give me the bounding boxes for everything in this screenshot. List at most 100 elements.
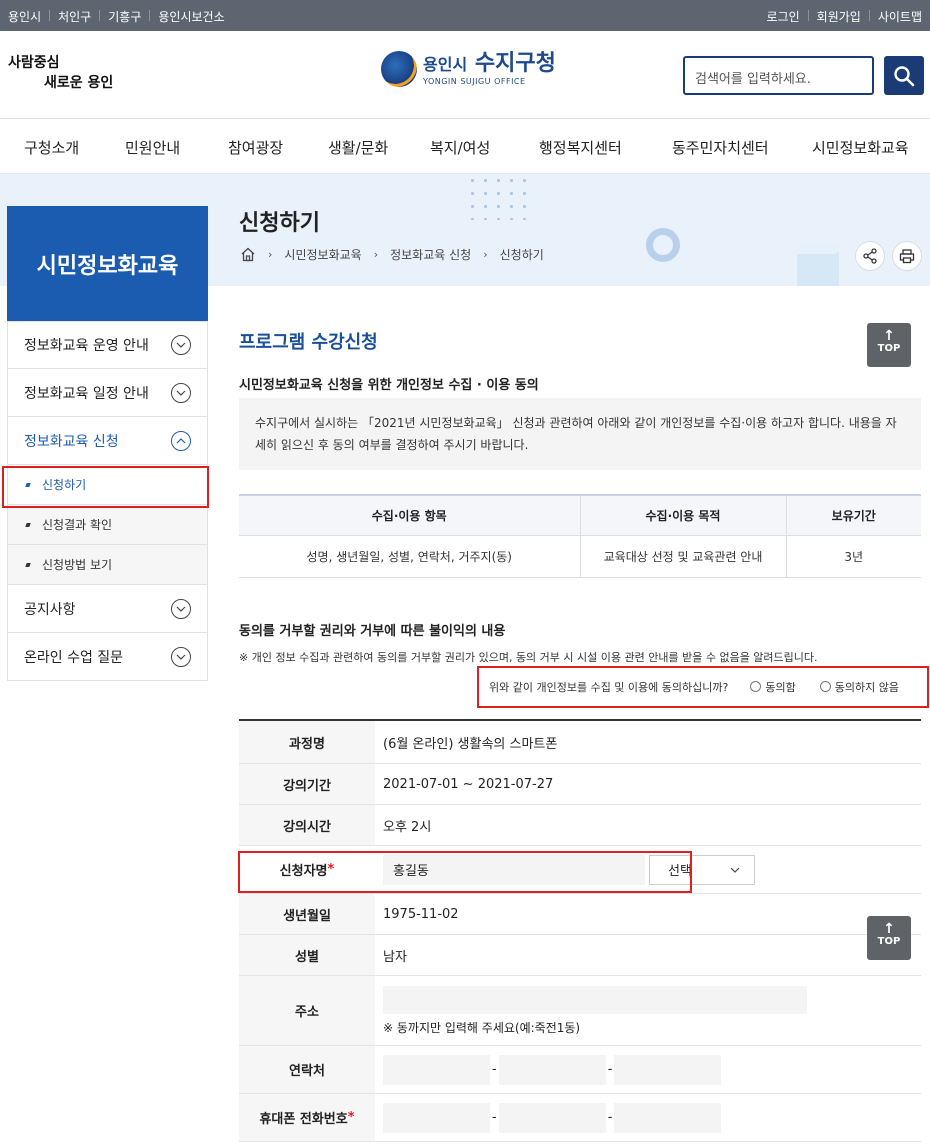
form-row: 생년월일 1975-11-02 [239, 894, 921, 935]
office-logo[interactable]: 용인시 수지구청 YONGIN SUJIGU OFFICE [381, 51, 556, 87]
refuse-title: 동의를 거부할 권리와 거부에 따른 불이익의 내용 [239, 624, 506, 639]
nav-item[interactable]: 참여광장 [228, 137, 283, 158]
phone-label: 연락처 [239, 1046, 375, 1093]
nav-item[interactable]: 복지/여성 [430, 137, 490, 158]
chevron-down-icon [171, 646, 191, 667]
section-title: 프로그램 수강신청 [239, 332, 378, 353]
highlight-box [238, 851, 692, 893]
chevron-right-icon: › [373, 248, 379, 261]
slogan-line2: 새로운 용인 [44, 75, 114, 91]
table-cell: 성명, 생년월일, 성별, 연락처, 거주지(동) [239, 535, 580, 578]
form-row: 강의시간 오후 2시 [239, 805, 921, 846]
side-subnav-item[interactable]: 신청결과 확인 [7, 505, 208, 545]
side-nav-item-active[interactable]: 정보화교육 신청 [7, 417, 208, 465]
divider [49, 10, 51, 21]
privacy-notice: 수지구에서 실시하는 「2021년 시민정보화교육」 신청과 관련하여 아래와 … [239, 398, 921, 470]
link-yongin[interactable]: 용인시 [8, 8, 41, 25]
address-label: 주소 [239, 976, 375, 1045]
side-nav-label: 정보화교육 운영 안내 [24, 338, 149, 354]
arrow-up-icon: ↑ [883, 328, 895, 344]
side-nav-title: 시민정보화교육 [7, 206, 208, 321]
phone-input-3[interactable] [614, 1054, 722, 1085]
link-health[interactable]: 용인시보건소 [158, 8, 224, 25]
chevron-down-icon [730, 867, 740, 873]
search-icon [894, 65, 915, 86]
side-subnav-label: 신청결과 확인 [42, 518, 113, 532]
utility-bar: 용인시 처인구 기흥구 용인시보건소 로그인 회원가입 사이트맵 [0, 0, 930, 31]
mobile-label-text: 휴대폰 전화번호 [259, 1112, 348, 1127]
form-row: 주소 ※ 동까지만 입력해 주세요(예:죽전1동) [239, 976, 921, 1046]
side-nav-label: 정보화교육 일정 안내 [24, 385, 149, 402]
slogan-logo[interactable]: 사람중심 새로운 용인 [8, 53, 118, 93]
form-row: 휴대폰 전화번호 * - - [239, 1094, 921, 1142]
link-cheoin[interactable]: 처인구 [58, 8, 91, 25]
chevron-right-icon: › [268, 248, 273, 261]
main-nav: 구청소개 민원안내 참여광장 생활/문화 복지/여성 행정복지센터 동주민자치센… [0, 119, 930, 174]
divider [868, 10, 870, 21]
nav-item[interactable]: 행정복지센터 [539, 137, 622, 158]
link-giheung[interactable]: 기흥구 [108, 8, 141, 25]
bullet-icon [25, 522, 31, 527]
top-button[interactable]: ↑ TOP [867, 916, 911, 960]
side-nav-item[interactable]: 온라인 수업 질문 [7, 633, 208, 681]
signup-link[interactable]: 회원가입 [817, 8, 861, 25]
slogan-line1: 사람중심 [8, 55, 60, 71]
arrow-up-icon: ↑ [883, 921, 895, 937]
period-value: 2021-07-01 ~ 2021-07-27 [383, 776, 554, 792]
top-button[interactable]: ↑ TOP [867, 323, 911, 367]
logo-office: 수지구청 [474, 51, 556, 76]
mobile-input-3[interactable] [614, 1102, 722, 1133]
mobile-label: 휴대폰 전화번호 * [239, 1094, 375, 1141]
side-nav-item[interactable]: 정보화교육 운영 안내 [7, 321, 208, 369]
logo-city: 용인시 [423, 55, 468, 74]
table-header-row: 수집·이용 항목 수집·이용 목적 보유기간 [239, 494, 921, 536]
nav-item[interactable]: 민원안내 [125, 137, 180, 158]
side-subnav-item[interactable]: 신청방법 보기 [7, 545, 208, 585]
refuse-note: ※ 개인 정보 수집과 관련하여 동의를 거부할 권리가 있으며, 동의 거부 … [239, 651, 818, 664]
phone-input-1[interactable] [383, 1054, 490, 1085]
side-nav-item[interactable]: 공지사항 [7, 585, 208, 633]
breadcrumb-item[interactable]: 정보화교육 신청 [390, 246, 471, 263]
nav-item[interactable]: 동주민자치센터 [672, 137, 769, 158]
page-title: 신청하기 [239, 211, 320, 236]
mobile-input-2[interactable] [498, 1102, 606, 1133]
nav-item[interactable]: 생활/문화 [328, 137, 388, 158]
decor-ring [646, 228, 680, 262]
table-header: 수집·이용 항목 [239, 494, 580, 536]
form-row: 성별 남자 [239, 935, 921, 976]
period-label: 강의기간 [239, 764, 375, 804]
side-nav-item[interactable]: 정보화교육 일정 안내 [7, 369, 208, 417]
home-icon[interactable] [240, 247, 256, 262]
chevron-down-icon [171, 382, 191, 403]
sitemap-link[interactable]: 사이트맵 [878, 8, 922, 25]
logo-english: YONGIN SUJIGU OFFICE [423, 77, 526, 86]
breadcrumb-item[interactable]: 시민정보화교육 [284, 246, 361, 263]
chevron-down-icon [171, 598, 191, 619]
address-hint: ※ 동까지만 입력해 주세요(예:죽전1동) [383, 1020, 581, 1035]
time-value: 오후 2시 [383, 819, 432, 835]
mobile-input-1[interactable] [383, 1102, 490, 1133]
decor-dots [466, 174, 530, 220]
header: 사람중심 새로운 용인 용인시 수지구청 YONGIN SUJIGU OFFIC… [0, 31, 930, 119]
search-button[interactable] [884, 56, 924, 95]
divider [807, 10, 809, 21]
top-label: TOP [877, 343, 901, 354]
side-nav-label: 정보화교육 신청 [24, 433, 119, 450]
emblem-icon [381, 51, 417, 87]
breadcrumb-item[interactable]: 신청하기 [500, 246, 544, 263]
table-cell: 교육대상 선정 및 교육관련 안내 [579, 535, 786, 578]
print-button[interactable] [892, 241, 922, 271]
side-nav-label: 공지사항 [24, 601, 76, 618]
share-button[interactable] [855, 241, 885, 271]
chevron-up-icon [171, 430, 191, 451]
address-input[interactable] [383, 985, 807, 1014]
time-label: 강의시간 [239, 805, 375, 845]
phone-input-2[interactable] [498, 1054, 606, 1085]
search-input[interactable]: 검색어를 입력하세요. [683, 56, 874, 95]
phone-cell: - - [375, 1046, 921, 1093]
nav-item[interactable]: 시민정보화교육 [812, 137, 909, 158]
login-link[interactable]: 로그인 [767, 8, 800, 25]
gender-label: 성별 [239, 935, 375, 975]
gender-value: 남자 [383, 949, 407, 965]
nav-item[interactable]: 구청소개 [24, 137, 79, 158]
